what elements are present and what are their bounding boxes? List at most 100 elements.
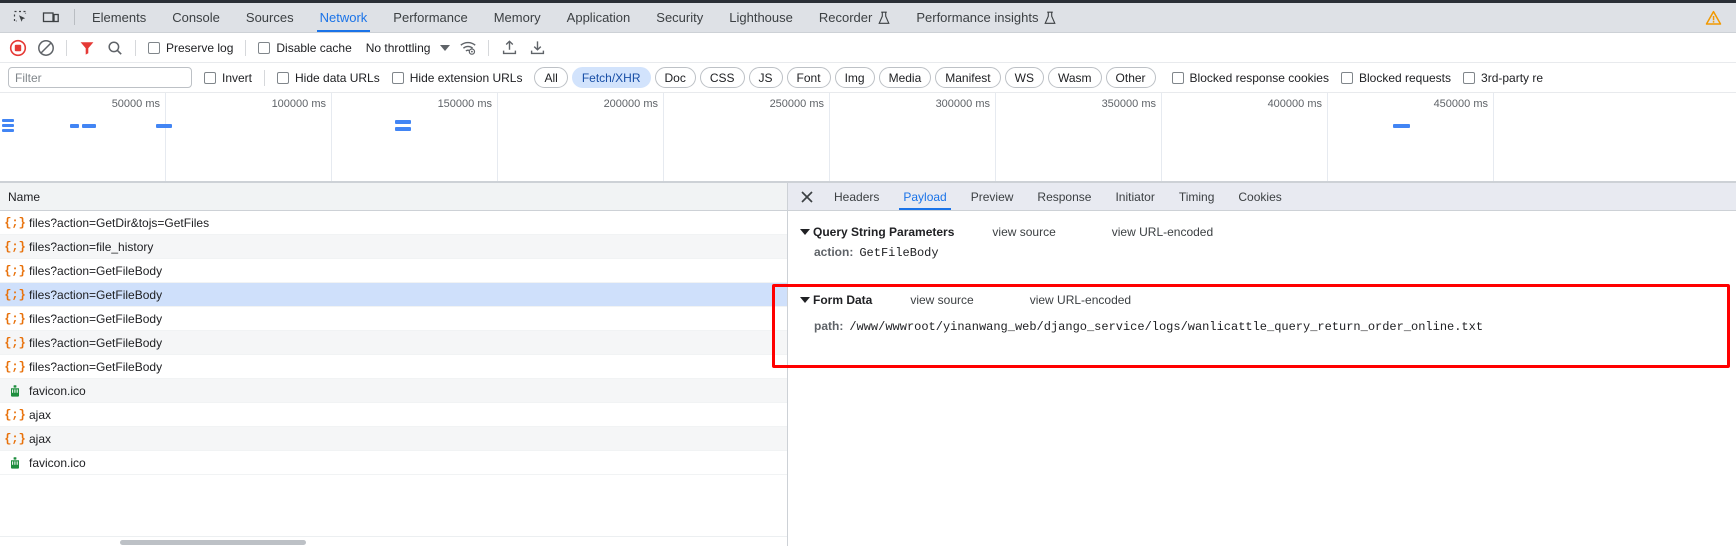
- param-value[interactable]: GetFileBody: [859, 246, 938, 260]
- view-url-encoded-link[interactable]: view URL-encoded: [1030, 293, 1131, 307]
- request-row[interactable]: {;} files?action=GetFileBody: [0, 259, 787, 283]
- tab-label: Memory: [493, 10, 541, 25]
- request-row[interactable]: {;} files?action=GetFileBody: [0, 283, 787, 307]
- tab-lighthouse[interactable]: Lighthouse: [716, 3, 806, 32]
- type-filter-fetch-xhr[interactable]: Fetch/XHR: [571, 67, 651, 88]
- request-row[interactable]: {;} files?action=GetFileBody: [0, 355, 787, 379]
- overview-tick-label: 450000 ms: [1433, 98, 1488, 110]
- tab-performance[interactable]: Performance: [380, 3, 480, 32]
- tab-network[interactable]: Network: [307, 3, 381, 32]
- blocked-requests-checkbox[interactable]: Blocked requests: [1335, 71, 1457, 85]
- overview-request-bar: [70, 124, 79, 128]
- wifi-settings-icon[interactable]: [454, 36, 482, 60]
- invert-checkbox[interactable]: Invert: [198, 71, 258, 85]
- request-row[interactable]: {;} ajax: [0, 427, 787, 451]
- resource-type-filters: All Fetch/XHR Doc CSS JS Font Img Media …: [534, 67, 1159, 88]
- type-filter-other[interactable]: Other: [1105, 67, 1156, 88]
- view-source-link[interactable]: view source: [992, 225, 1055, 239]
- view-url-encoded-link[interactable]: view URL-encoded: [1112, 225, 1213, 239]
- pill-label: Img: [844, 70, 865, 85]
- search-button[interactable]: [101, 36, 129, 60]
- request-row[interactable]: {;} files?action=GetFileBody: [0, 331, 787, 355]
- image-icon: [7, 455, 23, 471]
- checkbox-box: [1171, 71, 1184, 84]
- filter-button[interactable]: [73, 36, 101, 60]
- overview-request-bar: [1393, 124, 1410, 128]
- filter-input[interactable]: [8, 67, 192, 88]
- upload-icon[interactable]: [495, 36, 523, 60]
- type-filter-doc[interactable]: Doc: [654, 67, 696, 88]
- tab-console[interactable]: Console: [159, 3, 233, 32]
- hide-extension-urls-checkbox[interactable]: Hide extension URLs: [386, 71, 529, 85]
- request-row[interactable]: {;} files?action=GetDir&tojs=GetFiles: [0, 211, 787, 235]
- disable-cache-label: Disable cache: [276, 40, 352, 55]
- tab-recorder[interactable]: Recorder: [806, 3, 903, 32]
- detail-tab-timing[interactable]: Timing: [1167, 183, 1227, 210]
- section-title: Form Data: [813, 293, 873, 307]
- blocked-response-cookies-checkbox[interactable]: Blocked response cookies: [1166, 71, 1335, 85]
- detail-tab-initiator[interactable]: Initiator: [1103, 183, 1166, 210]
- checkbox-box: [204, 71, 216, 84]
- detail-tab-response[interactable]: Response: [1025, 183, 1103, 210]
- scrollbar-thumb[interactable]: [120, 540, 306, 545]
- detail-tab-payload[interactable]: Payload: [891, 183, 958, 210]
- download-icon[interactable]: [523, 36, 551, 60]
- close-icon[interactable]: [792, 183, 822, 210]
- request-row[interactable]: {;} files?action=file_history: [0, 235, 787, 259]
- request-row[interactable]: {;} files?action=GetFileBody: [0, 307, 787, 331]
- request-name: files?action=GetFileBody: [29, 263, 163, 278]
- devtools-tabstrip: Elements Console Sources Network Perform…: [0, 0, 1736, 33]
- toolbar-divider: [66, 39, 67, 56]
- third-party-requests-checkbox[interactable]: 3rd-party re: [1457, 71, 1549, 85]
- clear-button[interactable]: [32, 36, 60, 60]
- type-filter-manifest[interactable]: Manifest: [935, 67, 1001, 88]
- request-row[interactable]: favicon.ico: [0, 379, 787, 403]
- section-title: Query String Parameters: [813, 225, 955, 239]
- form-data-section-header[interactable]: Form Data view source view URL-encoded: [788, 287, 1736, 313]
- blocked-response-cookies-label: Blocked response cookies: [1189, 70, 1329, 85]
- request-row[interactable]: {;} ajax: [0, 403, 787, 427]
- tab-label: Application: [566, 10, 631, 25]
- request-name: files?action=GetFileBody: [29, 311, 163, 326]
- inspect-element-icon[interactable]: [8, 5, 34, 31]
- hide-data-urls-checkbox[interactable]: Hide data URLs: [271, 71, 386, 85]
- type-filter-css[interactable]: CSS: [699, 67, 745, 88]
- view-source-link[interactable]: view source: [910, 293, 973, 307]
- request-name: files?action=GetDir&tojs=GetFiles: [29, 215, 210, 230]
- detail-tab-headers[interactable]: Headers: [822, 183, 891, 210]
- throttling-dropdown[interactable]: No throttling: [358, 41, 455, 55]
- detail-tab-cookies[interactable]: Cookies: [1226, 183, 1293, 210]
- tab-application[interactable]: Application: [554, 3, 644, 32]
- detail-tab-preview[interactable]: Preview: [959, 183, 1026, 210]
- type-filter-wasm[interactable]: Wasm: [1047, 67, 1102, 88]
- device-toolbar-icon[interactable]: [38, 5, 64, 31]
- overview-tick-label: 250000 ms: [769, 98, 824, 110]
- type-filter-img[interactable]: Img: [834, 67, 875, 88]
- record-button[interactable]: [4, 36, 32, 60]
- pill-label: Media: [888, 70, 922, 85]
- request-list-hscrollbar[interactable]: [0, 536, 787, 546]
- type-filter-ws[interactable]: WS: [1004, 67, 1044, 88]
- overview-request-bar: [395, 127, 411, 131]
- tab-sources[interactable]: Sources: [233, 3, 307, 32]
- tab-performance-insights[interactable]: Performance insights: [903, 3, 1069, 32]
- param-value[interactable]: /www/wwwroot/yinanwang_web/django_servic…: [849, 320, 1483, 334]
- json-icon: {;}: [4, 311, 26, 326]
- type-filter-all[interactable]: All: [534, 67, 568, 88]
- pill-label: Wasm: [1057, 70, 1092, 85]
- request-detail-pane: Headers Payload Preview Response Initiat…: [788, 183, 1736, 546]
- request-name: files?action=file_history: [29, 239, 154, 254]
- type-filter-media[interactable]: Media: [878, 67, 932, 88]
- tab-label: Performance insights: [916, 10, 1039, 25]
- tab-memory[interactable]: Memory: [481, 3, 554, 32]
- preserve-log-checkbox[interactable]: Preserve log: [142, 41, 239, 55]
- type-filter-font[interactable]: Font: [786, 67, 831, 88]
- query-string-parameters-section-header[interactable]: Query String Parameters view source view…: [788, 219, 1736, 245]
- tab-security[interactable]: Security: [643, 3, 716, 32]
- issues-warning-button[interactable]: [1705, 3, 1736, 32]
- network-overview-timeline[interactable]: 50000 ms 100000 ms 150000 ms 200000 ms 25000…: [0, 93, 1736, 183]
- request-row[interactable]: favicon.ico: [0, 451, 787, 475]
- type-filter-js[interactable]: JS: [748, 67, 783, 88]
- disable-cache-checkbox[interactable]: Disable cache: [252, 41, 357, 55]
- tab-elements[interactable]: Elements: [79, 3, 159, 32]
